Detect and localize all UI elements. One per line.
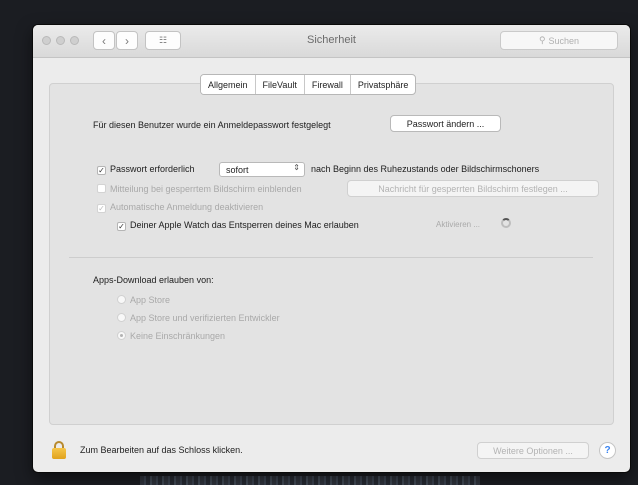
- title-bar: ‹ › ☷ Sicherheit ⚲ Suchen: [33, 25, 630, 58]
- apple-watch-label: Deiner Apple Watch das Entsperren deines…: [130, 220, 359, 230]
- require-password-checkbox[interactable]: ✓: [97, 166, 106, 175]
- apple-watch-row: ✓ Deiner Apple Watch das Entsperren deine…: [117, 220, 359, 231]
- activate-text: Aktivieren ...: [436, 220, 481, 229]
- advanced-options-button[interactable]: Weitere Optionen ...: [477, 442, 589, 459]
- radio-identified-developers-row: App Store und verifizierten Entwickler: [117, 313, 280, 323]
- dock: [140, 476, 480, 485]
- security-preferences-window: ‹ › ☷ Sicherheit ⚲ Suchen Allgemein File…: [33, 25, 630, 472]
- disable-autologin-checkbox[interactable]: ✓: [97, 204, 106, 213]
- general-panel: [49, 83, 614, 425]
- progress-spinner: [501, 218, 511, 228]
- search-icon: ⚲: [538, 35, 546, 45]
- lock-body: [52, 448, 66, 459]
- search-field[interactable]: ⚲ Suchen: [500, 31, 618, 50]
- disable-autologin-label: Automatische Anmeldung deaktivieren: [110, 202, 264, 212]
- section-divider: [69, 257, 593, 258]
- require-password-label: Passwort erforderlich: [110, 164, 195, 174]
- change-password-button[interactable]: Passwort ändern ...: [390, 115, 501, 132]
- tab-filevault[interactable]: FileVault: [256, 75, 305, 94]
- search-placeholder: Suchen: [548, 35, 580, 46]
- select-value: sofort: [226, 164, 249, 175]
- radio-app-store-label: App Store: [130, 295, 171, 305]
- show-message-checkbox[interactable]: [97, 184, 106, 193]
- lock-instruction-text: Zum Bearbeiten auf das Schloss klicken.: [80, 445, 243, 455]
- apple-watch-checkbox[interactable]: ✓: [117, 222, 126, 231]
- radio-app-store-row: App Store: [117, 295, 170, 305]
- show-message-label: Mitteilung bei gesperrtem Bildschirm ein…: [110, 184, 302, 194]
- radio-identified-developers-label: App Store und verifizierten Entwickler: [130, 313, 280, 323]
- show-message-row: Mitteilung bei gesperrtem Bildschirm ein…: [97, 184, 302, 194]
- tab-privatsphaere[interactable]: Privatsphäre: [351, 75, 416, 94]
- radio-anywhere-label: Keine Einschränkungen: [130, 331, 226, 341]
- radio-anywhere[interactable]: [117, 331, 126, 340]
- lock-icon[interactable]: [52, 441, 66, 459]
- disable-autologin-row: ✓ Automatische Anmeldung deaktivieren: [97, 202, 263, 213]
- tab-allgemein[interactable]: Allgemein: [201, 75, 256, 94]
- radio-app-store[interactable]: [117, 295, 126, 304]
- tab-bar: Allgemein FileVault Firewall Privatsphär…: [200, 74, 417, 95]
- radio-identified-developers[interactable]: [117, 313, 126, 322]
- updown-arrow-icon: ⇕: [293, 163, 300, 172]
- require-password-delay-select[interactable]: sofort ⇕: [219, 162, 305, 177]
- tab-firewall[interactable]: Firewall: [305, 75, 351, 94]
- require-password-suffix: nach Beginn des Ruhezustands oder Bildsc…: [311, 164, 540, 174]
- require-password-row: ✓ Passwort erforderlich: [97, 164, 195, 175]
- radio-anywhere-row: Keine Einschränkungen: [117, 331, 225, 341]
- downloads-heading: Apps-Download erlauben von:: [93, 275, 214, 285]
- set-lock-message-button[interactable]: Nachricht für gesperrten Bildschirm fest…: [347, 180, 599, 197]
- help-icon: ?: [604, 445, 611, 456]
- password-set-text: Für diesen Benutzer wurde ein Anmeldepas…: [93, 120, 331, 130]
- help-button[interactable]: ?: [599, 442, 616, 459]
